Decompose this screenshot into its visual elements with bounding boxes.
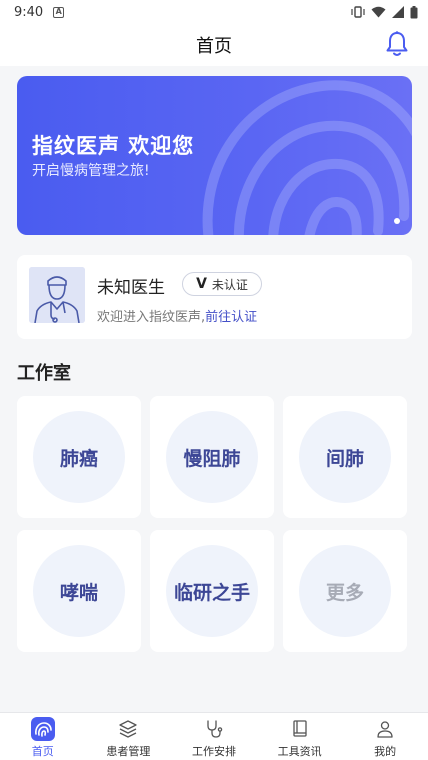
tile-label: 更多 [325,581,364,604]
tab-tools-news[interactable]: 工具资讯 [257,713,343,760]
doctor-welcome-line: 欢迎进入指纹医声,前往认证 [97,306,257,325]
signal-icon [392,6,404,18]
doctor-name: 未知医生 [97,278,165,298]
tile-circle: 哮喘 [33,545,125,637]
tile-label: 哮喘 [59,581,98,604]
tab-work-schedule[interactable]: 工作安排 [171,713,257,760]
tab-label: 工具资讯 [277,745,322,758]
studio-tile-lung-cancer[interactable]: 肺癌 [17,396,141,518]
tab-mine[interactable]: 我的 [342,713,428,760]
studio-tile-asthma[interactable]: 哮喘 [17,530,141,652]
studio-tile-clinical-research[interactable]: 临研之手 [150,530,274,652]
studio-tile-copd[interactable]: 慢阻肺 [150,396,274,518]
tab-home[interactable]: 首页 [0,713,86,760]
tile-circle: 间肺 [299,411,391,503]
studio-section-title: 工作室 [17,363,71,384]
status-left: 9:40 A [14,4,65,20]
tile-circle: 慢阻肺 [166,411,258,503]
verify-link[interactable]: 前往认证 [205,310,257,325]
studio-tile-more[interactable]: 更多 [283,530,407,652]
doctor-profile-card[interactable]: 未知医生 V 未认证 欢迎进入指纹医声,前往认证 [17,255,412,339]
bell-icon[interactable] [384,30,410,58]
tile-circle: 临研之手 [166,545,258,637]
bottom-tab-bar: 首页 患者管理 工作安排 工具资讯 我的 [0,712,428,760]
tile-label: 慢阻肺 [183,447,241,470]
tab-label: 患者管理 [106,745,151,758]
banner-subtitle: 开启慢病管理之旅! [32,163,150,179]
tab-label: 我的 [374,745,397,758]
verify-status-text: 未认证 [211,277,248,292]
book-icon [288,717,312,741]
layers-icon [116,717,140,741]
status-bar: 9:40 A [0,0,428,24]
tile-circle: 更多 [299,545,391,637]
tile-circle: 肺癌 [33,411,125,503]
tile-label: 间肺 [325,447,364,470]
home-fingerprint-icon [30,717,55,741]
doctor-avatar-icon [29,267,85,323]
studio-tile-ild[interactable]: 间肺 [283,396,407,518]
page-title: 首页 [196,36,232,57]
battery-icon [410,5,418,18]
vibrate-icon [351,6,365,18]
carousel-indicator-dot [394,218,400,224]
user-icon [373,717,397,741]
tab-label: 首页 [31,745,54,758]
doctor-avatar [29,267,85,323]
welcome-text: 欢迎进入指纹医声, [97,310,206,325]
tile-label: 肺癌 [59,447,98,470]
verify-v-icon: V [196,276,207,292]
status-right [351,5,418,19]
notification-a-icon: A [53,6,65,18]
tile-label: 临研之手 [173,581,250,604]
status-time: 9:40 [14,4,44,20]
tab-label: 工作安排 [191,745,236,758]
wifi-icon [371,6,386,18]
welcome-banner[interactable]: 指纹医声 欢迎您 开启慢病管理之旅! [17,76,412,235]
app-header: 首页 [0,24,428,66]
stethoscope-icon [202,717,226,741]
tab-patient-management[interactable]: 患者管理 [86,713,172,760]
fingerprint-decoration-icon [202,80,412,235]
banner-title: 指纹医声 欢迎您 [32,134,195,158]
verification-status-badge: V 未认证 [182,272,262,296]
